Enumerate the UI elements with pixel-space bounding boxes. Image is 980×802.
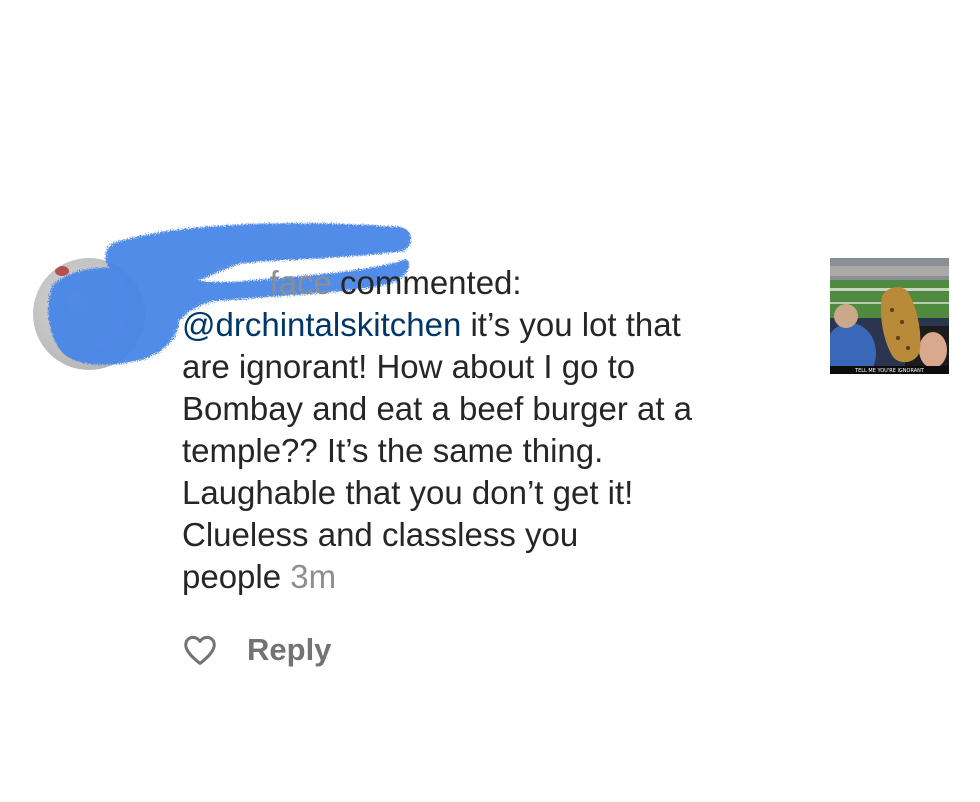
comment-line: are ignorant! How about I go to: [182, 348, 636, 385]
comment-header-line: face commented:: [182, 262, 802, 304]
mention-link[interactable]: @drchintalskitchen: [182, 306, 461, 343]
commenter-username[interactable]: face: [270, 264, 332, 301]
comment-line: @drchintalskitchen it’s you lot that: [182, 304, 802, 346]
comment-text-segment: it’s you lot that: [470, 306, 681, 343]
comment-text-segment: people: [182, 558, 282, 595]
avatar-detail: [55, 266, 69, 276]
thumbnail-image: TELL ME YOU'RE IGNORANT: [830, 258, 949, 374]
commenter-avatar[interactable]: [33, 258, 145, 370]
comment-line: people 3m: [182, 556, 802, 598]
reply-button[interactable]: Reply: [247, 632, 331, 668]
comment-timestamp: 3m: [290, 558, 337, 595]
comment-line: Laughable that you don’t get it!: [182, 474, 634, 511]
post-thumbnail[interactable]: TELL ME YOU'RE IGNORANT: [830, 258, 949, 374]
comment-actions: Reply: [181, 630, 331, 670]
heart-outline-icon[interactable]: [181, 631, 219, 669]
comment-line: Clueless and classless you: [182, 516, 579, 553]
thumbnail-caption: TELL ME YOU'RE IGNORANT: [854, 368, 925, 374]
comment-body: face commented: @drchintalskitchen it’s …: [182, 262, 802, 598]
comment-line: temple?? It’s the same thing.: [182, 432, 604, 469]
comment-action-text: commented:: [340, 264, 522, 301]
comment-line: Bombay and eat a beef burger at a: [182, 390, 693, 427]
